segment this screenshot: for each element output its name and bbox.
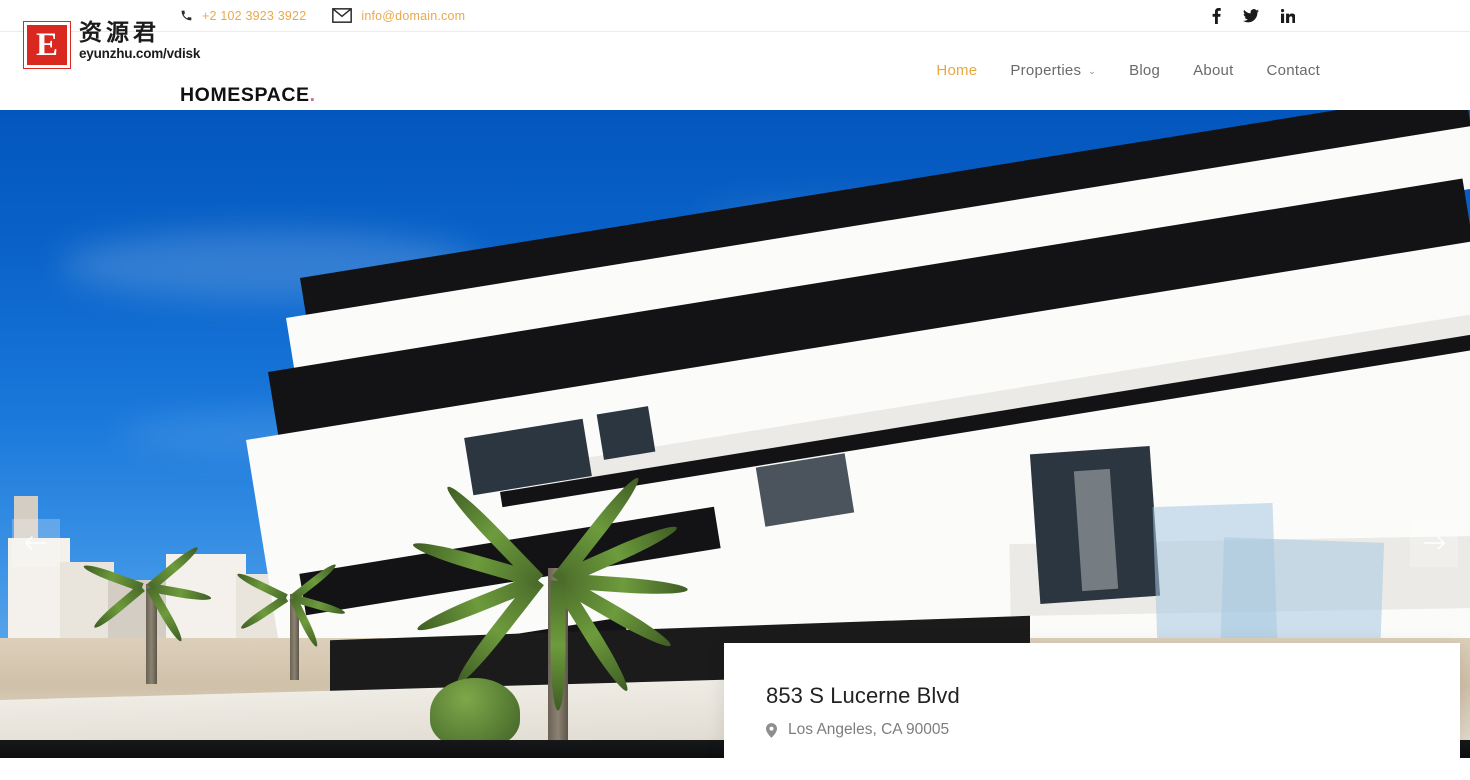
phone-number: +2 102 3923 3922 bbox=[202, 8, 307, 23]
palm-frond bbox=[82, 562, 144, 592]
palm-frond bbox=[235, 570, 288, 602]
nav-item-about[interactable]: About bbox=[1193, 62, 1233, 79]
property-title: 853 S Lucerne Blvd bbox=[766, 683, 960, 708]
top-contact-bar: +2 102 3923 3922 info@domain.com bbox=[0, 0, 1470, 32]
nav-item-contact[interactable]: Contact bbox=[1267, 62, 1320, 79]
nav-label: Blog bbox=[1129, 62, 1161, 79]
nav-item-properties[interactable]: Properties ⌄ bbox=[1010, 62, 1096, 79]
location-pin-icon bbox=[766, 722, 777, 738]
palm-tree-background bbox=[82, 514, 212, 684]
nav-label: Contact bbox=[1266, 62, 1320, 79]
nav-item-blog[interactable]: Blog bbox=[1129, 62, 1160, 79]
palm-tree-background bbox=[235, 530, 350, 680]
hero-slider: 853 S Lucerne Blvd Los Angeles, CA 90005… bbox=[0, 110, 1470, 758]
site-logo[interactable]: HOMESPACE. bbox=[180, 84, 316, 107]
site-header: HOMESPACE. Home Properties ⌄ Blog About … bbox=[0, 32, 1470, 110]
carousel-next-button[interactable] bbox=[1410, 519, 1458, 567]
envelope-icon bbox=[332, 8, 353, 23]
phone-icon bbox=[180, 9, 193, 22]
nav-label: Home bbox=[936, 62, 978, 79]
nav-item-home[interactable]: Home bbox=[936, 62, 977, 79]
social-links bbox=[1212, 7, 1295, 24]
carousel-prev-button[interactable] bbox=[12, 519, 60, 567]
chevron-down-icon: ⌄ bbox=[1088, 66, 1097, 76]
email-address: info@domain.com bbox=[361, 8, 466, 23]
facebook-icon[interactable] bbox=[1212, 7, 1221, 24]
nav-label: Properties bbox=[1010, 62, 1082, 79]
property-location: Los Angeles, CA 90005 bbox=[766, 721, 1460, 739]
nav-label: About bbox=[1193, 62, 1234, 79]
topbar-contact-group: +2 102 3923 3922 info@domain.com bbox=[180, 8, 465, 23]
property-address: Los Angeles, CA 90005 bbox=[788, 721, 950, 738]
phone-contact[interactable]: +2 102 3923 3922 bbox=[180, 9, 306, 23]
linkedin-icon[interactable] bbox=[1281, 8, 1295, 23]
page-root: +2 102 3923 3922 info@domain.com HOMESPA… bbox=[0, 0, 1470, 780]
palm-frond bbox=[91, 584, 145, 631]
email-contact[interactable]: info@domain.com bbox=[332, 8, 465, 23]
property-card: 853 S Lucerne Blvd Los Angeles, CA 90005… bbox=[724, 643, 1460, 758]
palm-frond bbox=[550, 580, 566, 711]
main-navigation: Home Properties ⌄ Blog About Contact bbox=[936, 62, 1320, 79]
brand-name: HOMESPACE bbox=[180, 84, 310, 106]
brand-dot: . bbox=[309, 84, 316, 106]
shrub bbox=[430, 678, 520, 748]
twitter-icon[interactable] bbox=[1243, 8, 1259, 23]
